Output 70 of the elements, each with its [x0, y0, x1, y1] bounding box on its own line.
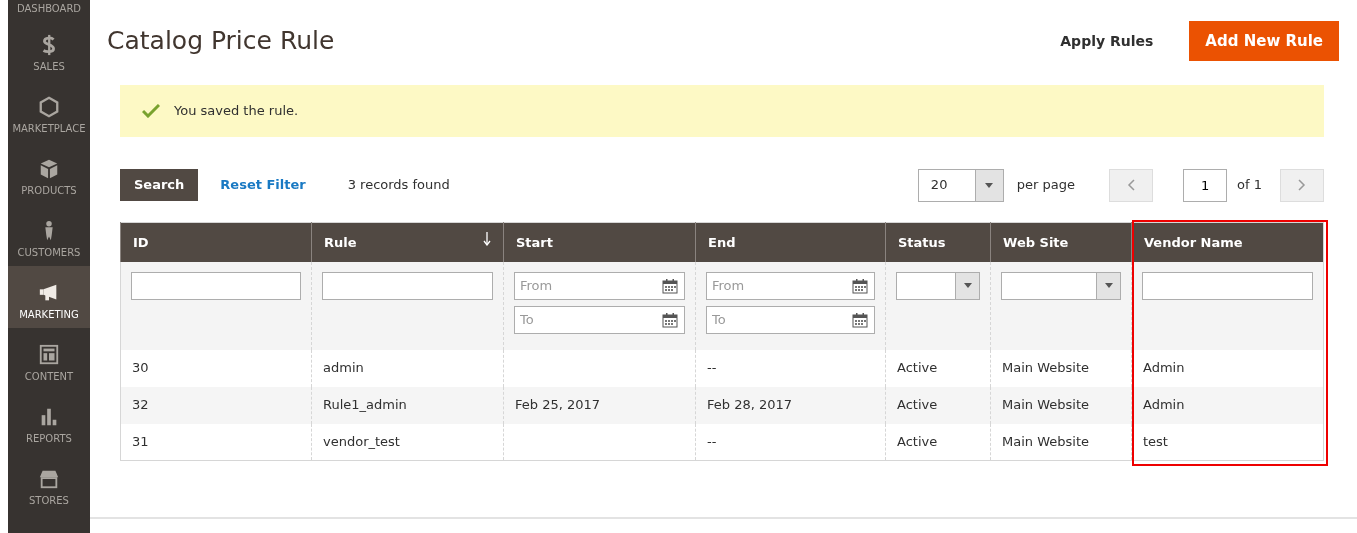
page-total: of 1 — [1237, 176, 1262, 195]
table-cell: Feb 28, 2017 — [695, 386, 886, 424]
table-cell: Main Website — [990, 423, 1132, 461]
hexagon-icon — [37, 96, 61, 118]
reset-filter-link[interactable]: Reset Filter — [220, 175, 306, 195]
sidebar-item[interactable]: PRODUCTS — [8, 142, 90, 204]
table-cell: Active — [885, 386, 991, 424]
filter-field[interactable] — [131, 271, 301, 300]
sidebar-item[interactable]: CONTENT — [8, 328, 90, 390]
date-field[interactable]: From — [706, 271, 875, 300]
sidebar-item[interactable]: STORES — [8, 452, 90, 514]
table-cell: Admin — [1131, 386, 1324, 424]
table-cell: Rule1_admin — [311, 386, 504, 424]
sidebar-item[interactable]: SALES — [8, 18, 90, 80]
caret-icon — [1104, 283, 1113, 288]
calendar-icon[interactable] — [662, 277, 678, 294]
layout-icon — [37, 344, 61, 366]
page-size-select[interactable]: 20 — [917, 168, 1004, 202]
column-header[interactable]: ID — [120, 222, 312, 262]
per-page-label: per page — [1016, 176, 1076, 195]
table-cell: Admin — [1131, 349, 1324, 387]
column-header[interactable]: Web Site — [990, 222, 1132, 262]
date-field[interactable]: To — [706, 305, 875, 334]
filter-field[interactable] — [1142, 271, 1313, 300]
column-header[interactable]: Status — [885, 222, 991, 262]
message-text: You saved the rule. — [174, 102, 299, 121]
filter-select[interactable] — [896, 271, 980, 300]
chevron-left-icon — [1127, 179, 1136, 191]
sidebar-item[interactable]: MARKETPLACE — [8, 80, 90, 142]
table-cell: vendor_test — [311, 423, 504, 461]
table-cell: admin — [311, 349, 504, 387]
table-cell: Main Website — [990, 349, 1132, 387]
table-cell: test — [1131, 423, 1324, 461]
sidebar-item[interactable]: DASHBOARD — [8, 0, 90, 18]
sidebar-item[interactable]: CUSTOMERS — [8, 204, 90, 266]
table-cell: Active — [885, 349, 991, 387]
column-header[interactable]: Rule — [311, 222, 504, 262]
add-new-rule-button[interactable]: Add New Rule — [1189, 20, 1339, 62]
table-cell: -- — [695, 423, 886, 461]
search-button[interactable]: Search — [120, 169, 199, 201]
records-count: 3 records found — [347, 176, 450, 195]
chevron-right-icon — [1298, 179, 1306, 191]
column-header[interactable]: Vendor Name — [1131, 222, 1324, 262]
page-number-field[interactable]: 1 — [1183, 168, 1228, 202]
filter-select[interactable] — [1001, 271, 1121, 300]
page-title: Catalog Price Rule — [107, 26, 335, 56]
calendar-icon[interactable] — [852, 311, 868, 328]
date-field[interactable]: To — [514, 305, 685, 334]
caret-icon — [963, 283, 972, 288]
table-cell: -- — [695, 349, 886, 387]
apply-rules-button[interactable]: Apply Rules — [1054, 29, 1160, 53]
sidebar-item[interactable]: REPORTS — [8, 390, 90, 452]
table-cell: 32 — [120, 386, 312, 424]
sidebar-item[interactable]: MARKETING — [8, 266, 90, 328]
column-header[interactable]: End — [695, 222, 886, 262]
calendar-icon[interactable] — [852, 277, 868, 294]
storefront-icon — [37, 468, 61, 490]
checkmark-icon — [142, 104, 160, 118]
calendar-icon[interactable] — [662, 311, 678, 328]
table-cell: 31 — [120, 423, 312, 461]
caret-icon — [985, 182, 994, 188]
date-field[interactable]: From — [514, 271, 685, 300]
table-cell: Main Website — [990, 386, 1132, 424]
table-cell: 30 — [120, 349, 312, 387]
filter-field[interactable] — [322, 271, 493, 300]
table-cell: Feb 25, 2017 — [503, 386, 696, 424]
previous-page-button[interactable] — [1109, 168, 1154, 202]
table-cell: Active — [885, 423, 991, 461]
next-page-button[interactable] — [1280, 168, 1324, 202]
column-header[interactable]: Start — [503, 222, 696, 262]
